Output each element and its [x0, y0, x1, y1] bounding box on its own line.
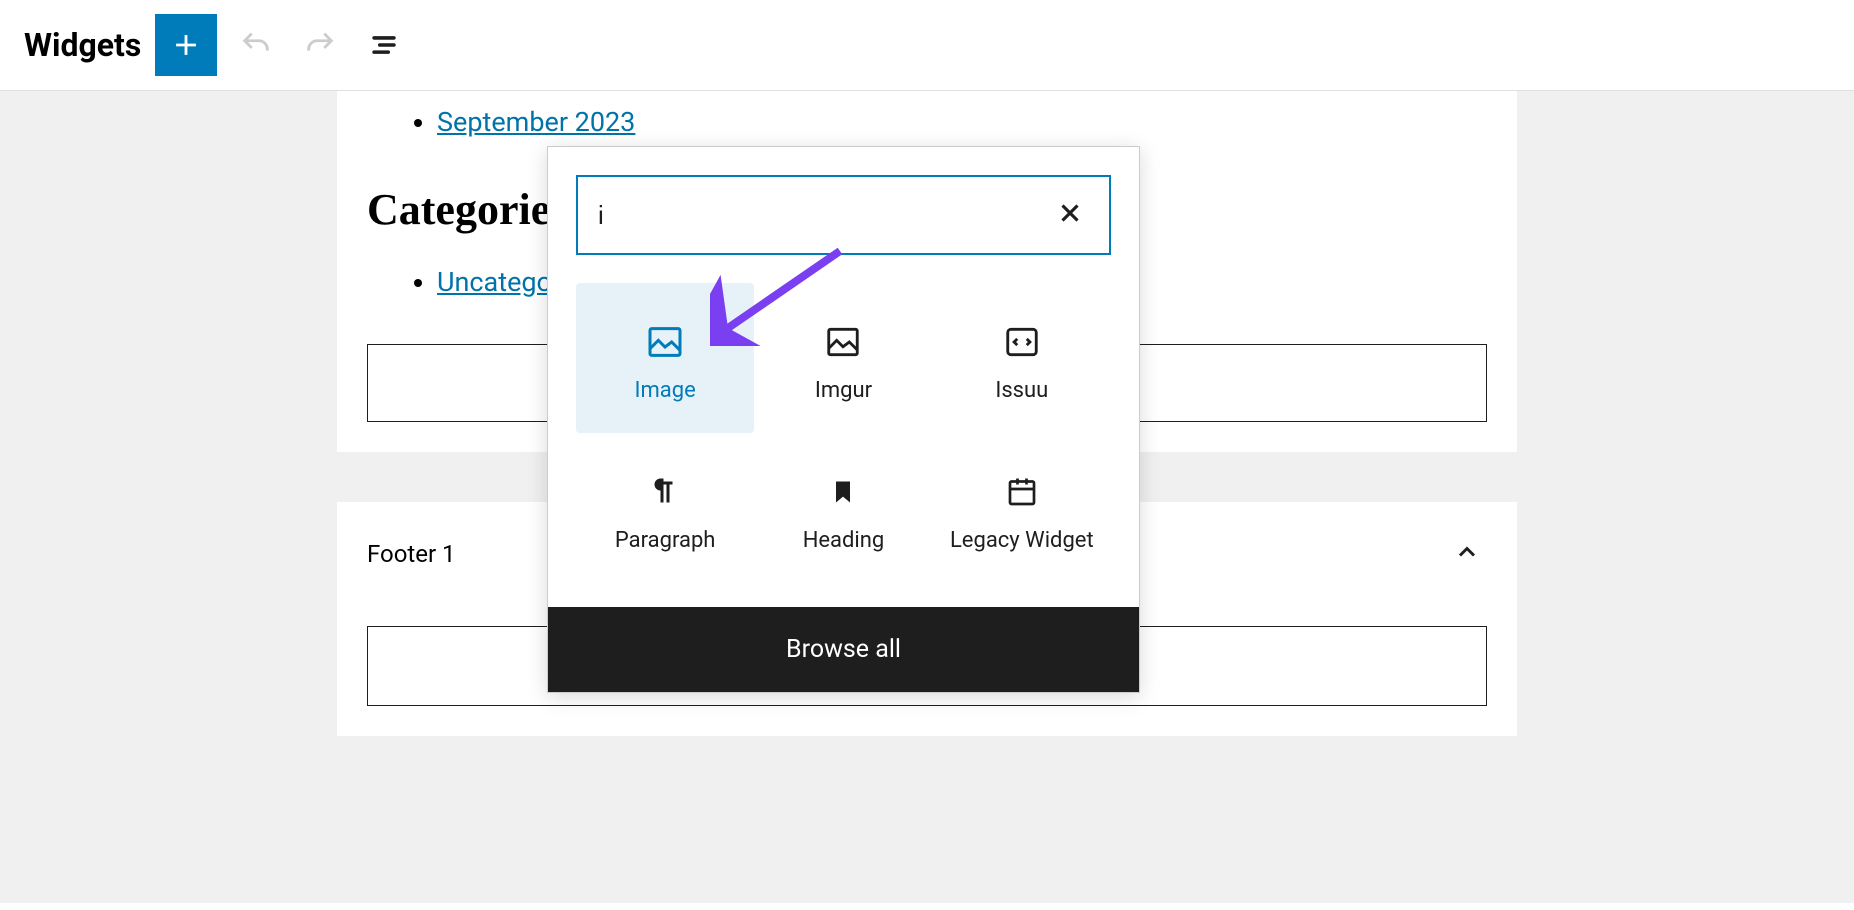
list-icon: [367, 28, 401, 62]
editor-header: Widgets: [0, 0, 1854, 91]
block-heading[interactable]: Heading: [754, 433, 932, 583]
block-inserter-popup: Image Imgur Issuu Paragraph: [547, 146, 1140, 693]
issuu-icon: [1003, 314, 1041, 370]
add-block-button[interactable]: [155, 14, 217, 76]
block-label: Heading: [803, 528, 885, 553]
block-label: Imgur: [815, 378, 872, 403]
close-icon: [1055, 198, 1085, 228]
content-area: September 2023 Categories Uncategorized …: [0, 91, 1854, 903]
search-container: [548, 147, 1139, 283]
paragraph-icon: [647, 464, 683, 520]
search-input[interactable]: [598, 200, 1051, 231]
redo-button[interactable]: [295, 20, 345, 70]
block-label: Image: [635, 378, 696, 403]
image-icon: [645, 314, 685, 370]
block-label: Paragraph: [615, 528, 716, 553]
clear-search-button[interactable]: [1051, 194, 1089, 236]
block-imgur[interactable]: Imgur: [754, 283, 932, 433]
blocks-grid: Image Imgur Issuu Paragraph: [548, 283, 1139, 607]
chevron-up-icon: [1453, 538, 1481, 566]
block-label: Legacy Widget: [950, 528, 1094, 553]
imgur-icon: [824, 314, 862, 370]
redo-icon: [303, 28, 337, 62]
list-item: September 2023: [437, 101, 1487, 144]
undo-icon: [239, 28, 273, 62]
block-paragraph[interactable]: Paragraph: [576, 433, 754, 583]
footer-panel-title: Footer 1: [367, 540, 456, 568]
archive-link[interactable]: September 2023: [437, 106, 635, 138]
plus-icon: [169, 28, 203, 62]
block-issuu[interactable]: Issuu: [933, 283, 1111, 433]
undo-button[interactable]: [231, 20, 281, 70]
document-overview-button[interactable]: [359, 20, 409, 70]
legacy-widget-icon: [1004, 464, 1040, 520]
collapse-button[interactable]: [1447, 532, 1487, 576]
search-box: [576, 175, 1111, 255]
block-legacy-widget[interactable]: Legacy Widget: [933, 433, 1111, 583]
browse-all-button[interactable]: Browse all: [548, 607, 1139, 692]
page-title: Widgets: [24, 26, 141, 64]
block-label: Issuu: [995, 378, 1048, 403]
heading-icon: [829, 464, 857, 520]
block-image[interactable]: Image: [576, 283, 754, 433]
